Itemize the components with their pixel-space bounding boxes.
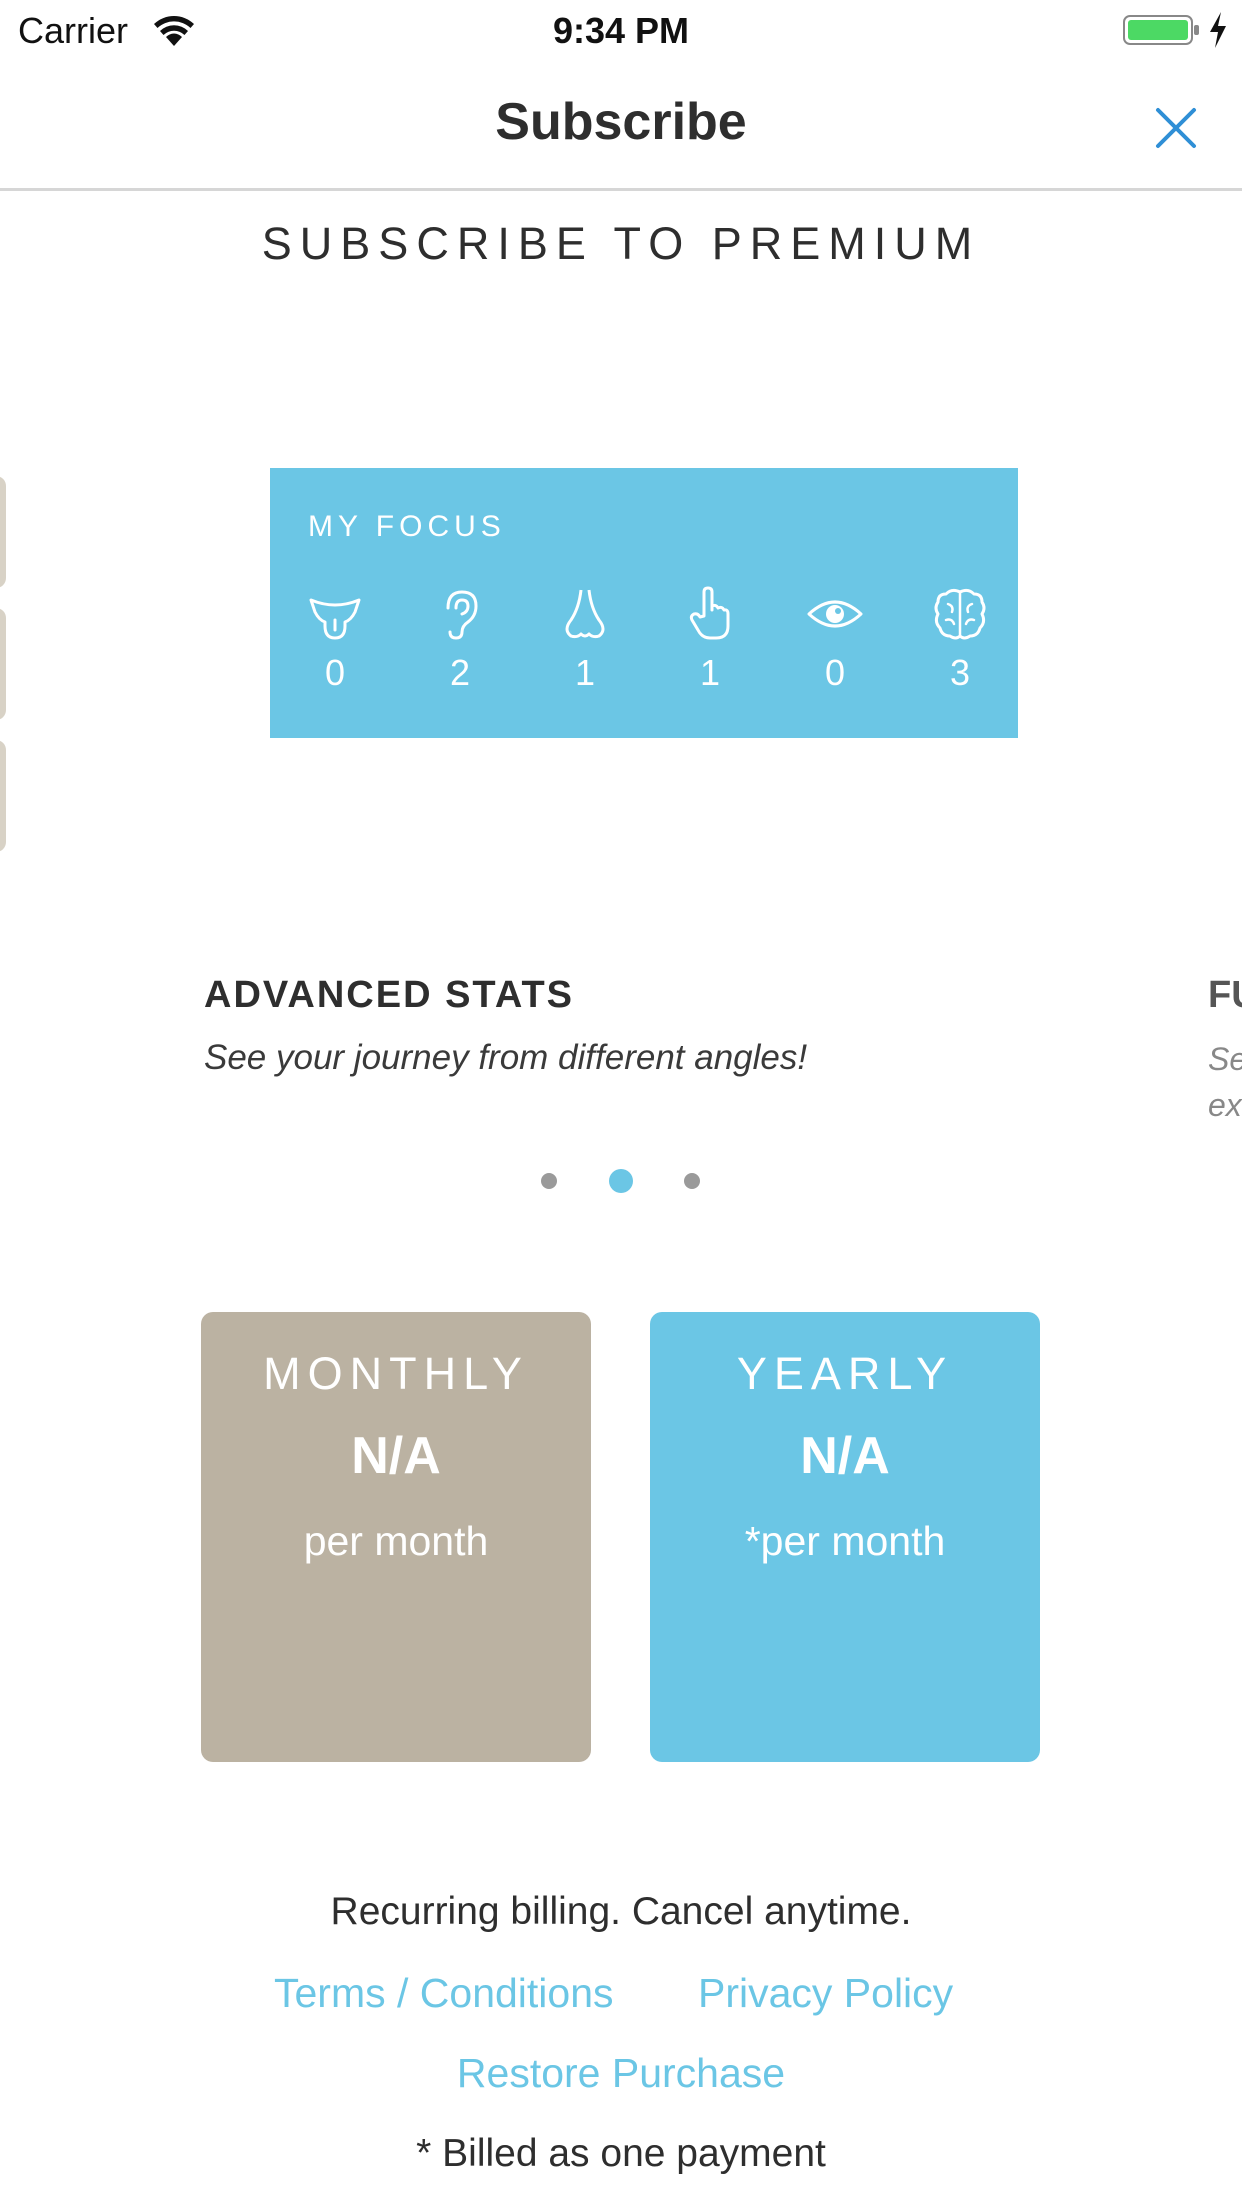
focus-item-hearing: 2	[410, 586, 510, 726]
previous-slide-edge	[0, 740, 6, 852]
focus-item-sight: 0	[785, 586, 885, 726]
brain-icon	[934, 588, 986, 640]
page-indicator-dot-active[interactable]	[609, 1169, 633, 1193]
charging-icon	[1210, 12, 1226, 48]
nav-divider	[0, 188, 1242, 191]
plan-unit: per month	[303, 1518, 489, 1564]
next-feature-description-line: Se	[1208, 1041, 1242, 1077]
hand-pointer-icon	[689, 586, 730, 640]
focus-item-mind: 3	[910, 586, 1010, 726]
status-time: 9:34 PM	[552, 10, 690, 51]
subscribe-heading: SUBSCRIBE TO PREMIUM	[261, 218, 981, 269]
plan-price: N/A	[351, 1427, 441, 1485]
focus-count: 1	[574, 652, 596, 693]
battery-icon	[1123, 15, 1199, 45]
yearly-plan-button[interactable]: YEARLY N/A *per month	[650, 1312, 1040, 1762]
page-indicator-dot[interactable]	[541, 1173, 557, 1189]
plan-unit: *per month	[744, 1518, 946, 1564]
billed-note: * Billed as one payment	[416, 2132, 826, 2175]
next-feature-description-line: ex	[1208, 1087, 1242, 1123]
restore-purchase-link[interactable]: Restore Purchase	[0, 2050, 1242, 2097]
eye-icon	[807, 600, 863, 628]
terms-link[interactable]: Terms / Conditions	[274, 1970, 614, 2017]
plan-name: MONTHLY	[263, 1348, 529, 1399]
focus-count: 0	[824, 652, 846, 693]
feature-description: See your journey from different angles!	[204, 1038, 808, 1077]
next-feature-description: Se ex	[1208, 1036, 1242, 1128]
focus-count: 1	[699, 652, 721, 693]
focus-item-taste: 0	[285, 586, 385, 726]
nose-icon	[565, 589, 605, 639]
focus-count: 3	[949, 652, 971, 693]
focus-count: 0	[324, 652, 346, 693]
ear-icon	[446, 590, 478, 640]
previous-slide-edge	[0, 608, 6, 720]
focus-label: MY FOCUS	[308, 510, 506, 543]
feature-title: ADVANCED STATS	[204, 974, 574, 1016]
page-title: Subscribe	[495, 93, 747, 151]
next-feature-title: FU	[1208, 974, 1242, 1016]
tongue-icon	[309, 598, 361, 640]
focus-item-smell: 1	[535, 586, 635, 726]
focus-count: 2	[449, 652, 471, 693]
focus-item-touch: 1	[660, 586, 760, 726]
my-focus-card: MY FOCUS 0 2 1 1 0 3	[270, 468, 1018, 738]
close-icon[interactable]	[1152, 104, 1200, 152]
plan-name: YEARLY	[736, 1348, 954, 1399]
privacy-policy-link[interactable]: Privacy Policy	[698, 1970, 953, 2017]
previous-slide-edge	[0, 476, 6, 588]
billing-note: Recurring billing. Cancel anytime.	[330, 1890, 912, 1933]
page-indicator-dot[interactable]	[684, 1173, 700, 1189]
plan-price: N/A	[800, 1427, 890, 1485]
monthly-plan-button[interactable]: MONTHLY N/A per month	[201, 1312, 591, 1762]
